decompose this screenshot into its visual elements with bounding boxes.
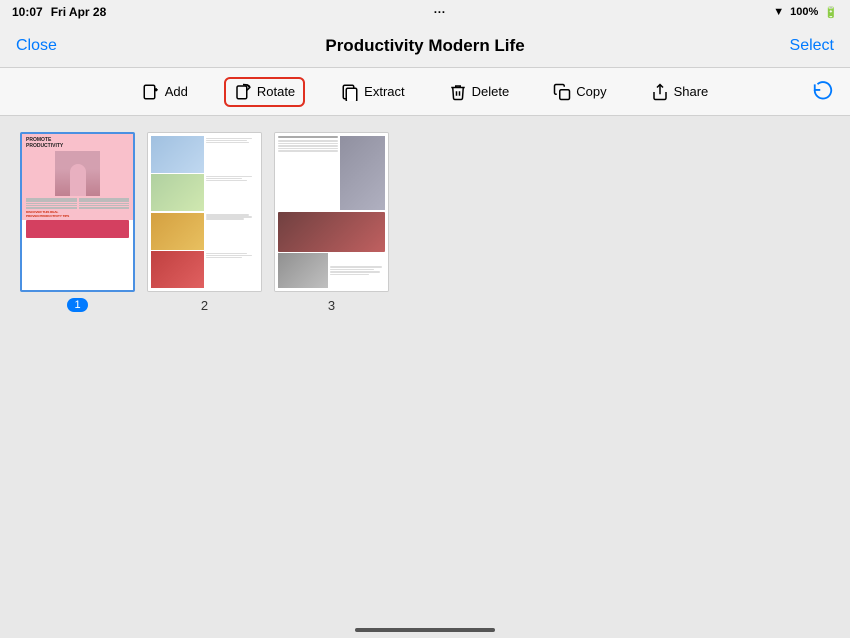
- page-item-3[interactable]: 3: [274, 132, 389, 313]
- add-button[interactable]: Add: [134, 79, 196, 105]
- status-right: ▼ 100% 🔋: [773, 6, 838, 19]
- extract-icon: [341, 83, 359, 101]
- copy-icon: [553, 83, 571, 101]
- page-title: Productivity Modern Life: [325, 36, 524, 56]
- status-bar: 10:07 Fri Apr 28 ··· ▼ 100% 🔋: [0, 0, 850, 24]
- status-left: 10:07 Fri Apr 28: [12, 5, 106, 19]
- share-icon: [651, 83, 669, 101]
- rotate-icon: [234, 83, 252, 101]
- page-number-2: 2: [201, 298, 208, 313]
- battery-icon: 🔋: [824, 6, 838, 19]
- copy-button[interactable]: Copy: [545, 79, 614, 105]
- close-button[interactable]: Close: [16, 37, 57, 55]
- nav-bar: Close Productivity Modern Life Select: [0, 24, 850, 68]
- rotate-button[interactable]: Rotate: [224, 77, 305, 107]
- share-button[interactable]: Share: [643, 79, 717, 105]
- undo-button[interactable]: [812, 78, 834, 106]
- time-label: 10:07: [12, 5, 43, 19]
- extract-label: Extract: [364, 84, 404, 99]
- page3-preview: [275, 133, 388, 291]
- page-thumbnail-3[interactable]: [274, 132, 389, 292]
- dots-menu: ···: [434, 5, 446, 19]
- toolbar: Add Rotate Extract Delete Copy: [0, 68, 850, 116]
- date-label: Fri Apr 28: [51, 5, 107, 19]
- add-label: Add: [165, 84, 188, 99]
- page-badge-1: 1: [67, 298, 87, 312]
- battery-label: 100%: [790, 6, 818, 18]
- home-indicator: [355, 628, 495, 632]
- add-icon: [142, 83, 160, 101]
- page-thumbnail-1[interactable]: PROMOTEPRODUCTIVITY: [20, 132, 135, 292]
- page-number-3: 3: [328, 298, 335, 313]
- page1-preview: PROMOTEPRODUCTIVITY: [22, 134, 133, 290]
- share-label: Share: [674, 84, 709, 99]
- wifi-icon: ▼: [773, 6, 784, 18]
- delete-icon: [449, 83, 467, 101]
- page-item-1[interactable]: PROMOTEPRODUCTIVITY: [20, 132, 135, 312]
- page-item-2[interactable]: 2: [147, 132, 262, 313]
- rotate-label: Rotate: [257, 84, 295, 99]
- delete-label: Delete: [472, 84, 510, 99]
- select-button[interactable]: Select: [790, 37, 834, 55]
- page-thumbnail-2[interactable]: [147, 132, 262, 292]
- pages-row: PROMOTEPRODUCTIVITY: [20, 132, 830, 313]
- undo-icon: [812, 78, 834, 100]
- page2-preview: [148, 133, 261, 291]
- extract-button[interactable]: Extract: [333, 79, 412, 105]
- copy-label: Copy: [576, 84, 606, 99]
- content-area: PROMOTEPRODUCTIVITY: [0, 116, 850, 638]
- delete-button[interactable]: Delete: [441, 79, 518, 105]
